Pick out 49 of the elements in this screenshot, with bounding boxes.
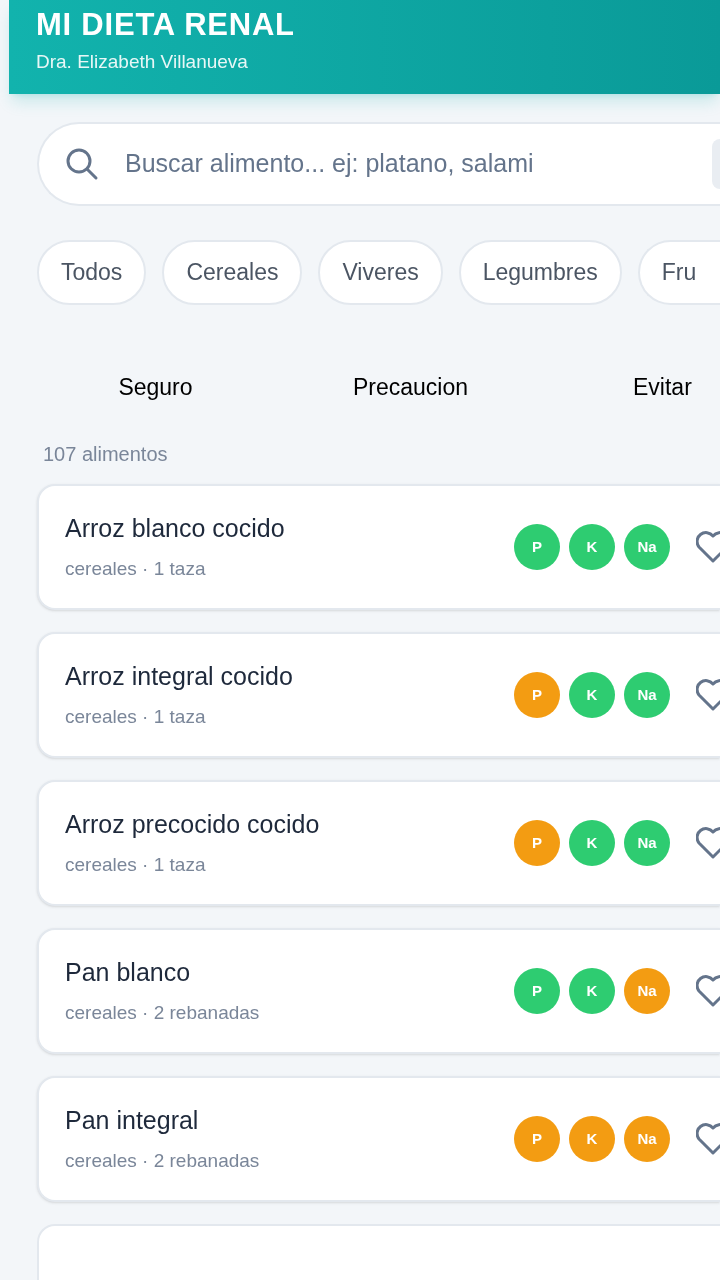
food-card[interactable]: Pan integral cereales · 2 rebanadas P K Na <box>37 1076 720 1202</box>
search-field[interactable]: Buscar alimento... ej: platano, salami <box>37 122 720 206</box>
category-chip[interactable]: Legumbres <box>458 240 622 305</box>
category-chip[interactable]: Fru <box>637 240 720 305</box>
food-name: Arroz blanco cocido <box>65 512 286 544</box>
food-name: Arroz integral cocido <box>65 660 294 692</box>
legend-label: Precaucion <box>352 372 469 402</box>
nutrient-badge: Na <box>624 672 670 718</box>
food-name: Pan blanco <box>65 956 192 988</box>
food-portion: cereales · 2 rebanadas <box>65 1148 261 1173</box>
heart-icon[interactable] <box>696 1122 720 1156</box>
food-name: Pan integral <box>65 1104 200 1136</box>
search-input[interactable]: Buscar alimento... ej: platano, salami <box>125 145 686 183</box>
food-portion: cereales · 2 rebanadas <box>65 1000 261 1025</box>
nutrient-badge: P <box>514 820 560 866</box>
food-card[interactable]: Arroz blanco cocido cereales · 1 taza P K Na <box>37 484 720 610</box>
food-portion: cereales · 1 taza <box>65 852 207 877</box>
heart-icon[interactable] <box>696 530 720 564</box>
nutrient-badge: P <box>514 672 560 718</box>
food-count: 107 alimentos <box>43 442 169 467</box>
category-chip[interactable]: Viveres <box>318 240 443 305</box>
heart-icon[interactable] <box>696 826 720 860</box>
nutrient-badge: K <box>569 820 615 866</box>
food-card[interactable]: Arroz precocido cocido cereales · 1 taza P K Na <box>37 780 720 906</box>
nutrient-badge: P <box>514 1116 560 1162</box>
doctor-name: Dra. Elizabeth Villanueva <box>36 50 249 74</box>
food-name: Arroz precocido cocido <box>65 808 321 840</box>
nutrient-badge: K <box>569 672 615 718</box>
nutrient-badge: K <box>569 1116 615 1162</box>
app-title: MI DIETA RENAL <box>36 6 296 44</box>
food-portion: cereales · 1 taza <box>65 704 207 729</box>
category-chip[interactable]: Cereales <box>162 240 303 305</box>
food-card[interactable]: Pan blanco cereales · 2 rebanadas P K Na <box>37 928 720 1054</box>
nutrient-badge: K <box>569 968 615 1014</box>
food-portion: cereales · 1 taza <box>65 556 207 581</box>
nutrient-badge: Na <box>624 524 670 570</box>
category-chip[interactable]: Todos <box>37 240 147 305</box>
nutrient-badge: Na <box>624 968 670 1014</box>
legend-label: Evitar <box>633 372 692 402</box>
search-icon <box>65 147 99 181</box>
legend-label: Seguro <box>118 372 193 402</box>
nutrient-badge: Na <box>624 820 670 866</box>
nutrient-badge: P <box>514 524 560 570</box>
nutrient-badge: Na <box>624 1116 670 1162</box>
nutrient-badge: K <box>569 524 615 570</box>
heart-icon[interactable] <box>696 678 720 712</box>
food-card[interactable]: Arroz integral cocido cereales · 1 taza P K Na <box>37 632 720 758</box>
heart-icon[interactable] <box>696 974 720 1008</box>
nutrient-badge: P <box>514 968 560 1014</box>
